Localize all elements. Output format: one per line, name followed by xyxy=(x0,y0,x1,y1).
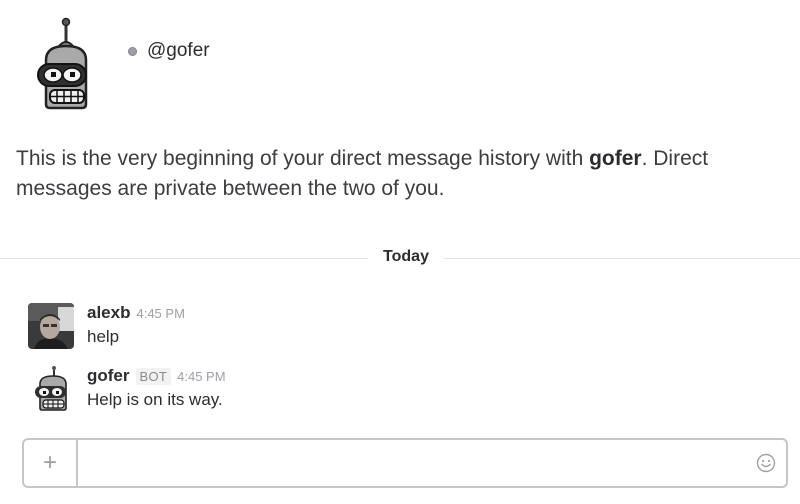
message-header: gofer BOT 4:45 PM xyxy=(87,366,226,386)
user-photo-avatar[interactable] xyxy=(28,303,74,349)
message-text: help xyxy=(87,327,120,346)
intro-message: This is the very beginning of your direc… xyxy=(16,144,776,204)
gofer-robot-avatar xyxy=(37,17,88,110)
message-header: alexb 4:45 PM xyxy=(87,303,185,323)
divider-line-right xyxy=(444,258,800,259)
robot-avatar[interactable] xyxy=(28,366,74,412)
bot-badge: BOT xyxy=(135,368,172,385)
message-timestamp[interactable]: 4:45 PM xyxy=(177,369,225,384)
day-divider-label[interactable]: Today xyxy=(368,248,444,266)
divider-line-left xyxy=(0,258,368,259)
intro-handle: @gofer xyxy=(128,40,210,62)
add-attachment-button[interactable]: + xyxy=(24,440,78,486)
message-sender[interactable]: gofer xyxy=(87,366,130,386)
message-text: Help is on its way. xyxy=(87,390,223,409)
intro-bot-name: gofer xyxy=(589,147,642,170)
smiley-icon[interactable] xyxy=(756,453,776,473)
message-composer: + xyxy=(22,438,788,488)
user-handle[interactable]: @gofer xyxy=(147,40,210,62)
message-sender[interactable]: alexb xyxy=(87,303,130,323)
presence-dot-icon xyxy=(128,46,137,56)
day-divider: Today xyxy=(0,246,800,270)
message-timestamp[interactable]: 4:45 PM xyxy=(136,306,184,321)
message-input[interactable] xyxy=(86,440,730,488)
dm-channel-view: @gofer This is the very beginning of you… xyxy=(0,0,800,504)
intro-text-before: This is the very beginning of your direc… xyxy=(16,147,590,170)
plus-icon: + xyxy=(42,449,57,476)
